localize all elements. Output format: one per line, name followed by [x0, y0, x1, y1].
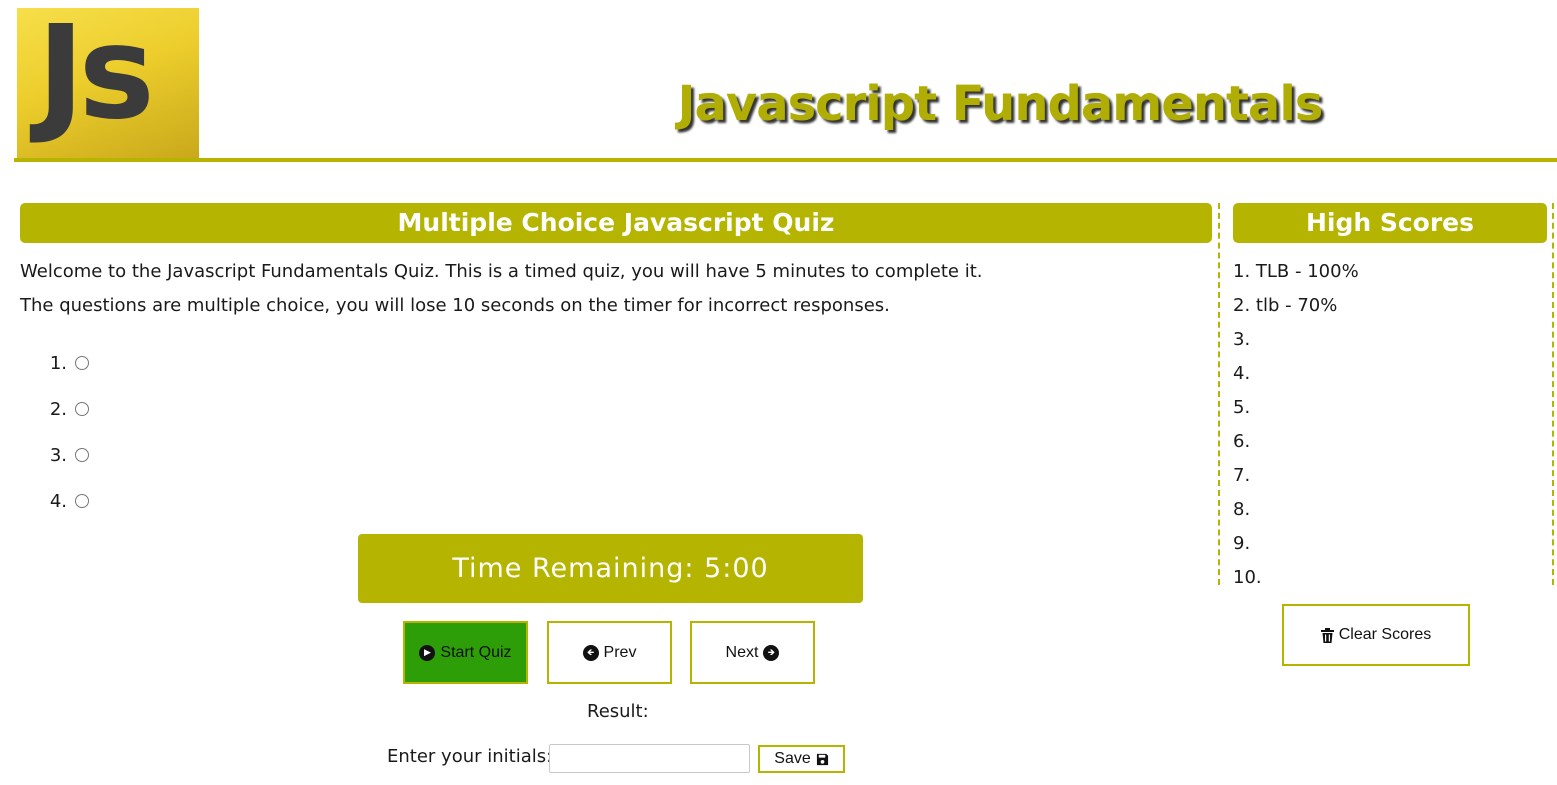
- arrow-circle-left-icon: 🡸: [582, 644, 599, 661]
- score-item: 8.: [1233, 499, 1251, 520]
- start-quiz-button[interactable]: ▶ Start Quiz: [403, 621, 528, 684]
- header-divider: [14, 158, 1557, 162]
- play-circle-icon: ▶: [419, 644, 436, 661]
- clear-scores-button[interactable]: Clear Scores: [1282, 604, 1470, 666]
- choice-number: 2.: [49, 399, 67, 420]
- quiz-intro-line-1: Welcome to the Javascript Fundamentals Q…: [20, 261, 983, 282]
- choice-number: 4.: [49, 491, 67, 512]
- score-item: 4.: [1233, 363, 1251, 384]
- time-remaining-display: Time Remaining: 5:00: [358, 534, 863, 603]
- result-label: Result:: [587, 701, 649, 722]
- quiz-intro-line-2: The questions are multiple choice, you w…: [20, 295, 890, 316]
- answer-radio-1[interactable]: [75, 356, 89, 370]
- answer-choice-2: 2.: [49, 396, 95, 442]
- quiz-heading: Multiple Choice Javascript Quiz: [20, 203, 1212, 243]
- js-logo: Js: [17, 8, 199, 158]
- high-scores-list: 1. TLB - 100% 2. tlb - 70% 3. 4. 5. 6. 7…: [1233, 255, 1359, 595]
- trash-icon: [1320, 627, 1334, 643]
- scores-right-border: [1552, 203, 1554, 585]
- start-quiz-label: Start Quiz: [440, 643, 512, 661]
- floppy-disk-icon: [816, 753, 829, 766]
- answer-radio-4[interactable]: [75, 494, 89, 508]
- save-button[interactable]: Save: [758, 745, 845, 773]
- score-item: 2. tlb - 70%: [1233, 295, 1338, 316]
- high-scores-heading: High Scores: [1233, 203, 1547, 243]
- scores-left-border: [1218, 203, 1220, 585]
- save-label: Save: [774, 750, 811, 767]
- prev-label: Prev: [603, 643, 637, 661]
- score-item: 6.: [1233, 431, 1251, 452]
- answer-choices: 1. 2. 3. 4.: [49, 350, 95, 534]
- answer-choice-4: 4.: [49, 488, 95, 534]
- score-item: 10.: [1233, 567, 1262, 588]
- site-title: Javascript Fundamentals: [677, 76, 1324, 132]
- next-label: Next: [725, 643, 759, 661]
- answer-radio-2[interactable]: [75, 402, 89, 416]
- arrow-circle-right-icon: 🡺: [763, 644, 780, 661]
- answer-radio-3[interactable]: [75, 448, 89, 462]
- answer-choice-1: 1.: [49, 350, 95, 396]
- js-logo-text: Js: [37, 8, 155, 148]
- prev-button[interactable]: 🡸 Prev: [547, 621, 672, 684]
- answer-choice-3: 3.: [49, 442, 95, 488]
- score-item: 7.: [1233, 465, 1251, 486]
- score-item: 1. TLB - 100%: [1233, 261, 1359, 282]
- clear-scores-label: Clear Scores: [1338, 626, 1432, 643]
- score-item: 3.: [1233, 329, 1251, 350]
- initials-label: Enter your initials:: [387, 746, 553, 767]
- choice-number: 3.: [49, 445, 67, 466]
- next-button[interactable]: Next 🡺: [690, 621, 815, 684]
- choice-number: 1.: [49, 353, 67, 374]
- initials-input[interactable]: [549, 744, 750, 773]
- score-item: 9.: [1233, 533, 1251, 554]
- score-item: 5.: [1233, 397, 1251, 418]
